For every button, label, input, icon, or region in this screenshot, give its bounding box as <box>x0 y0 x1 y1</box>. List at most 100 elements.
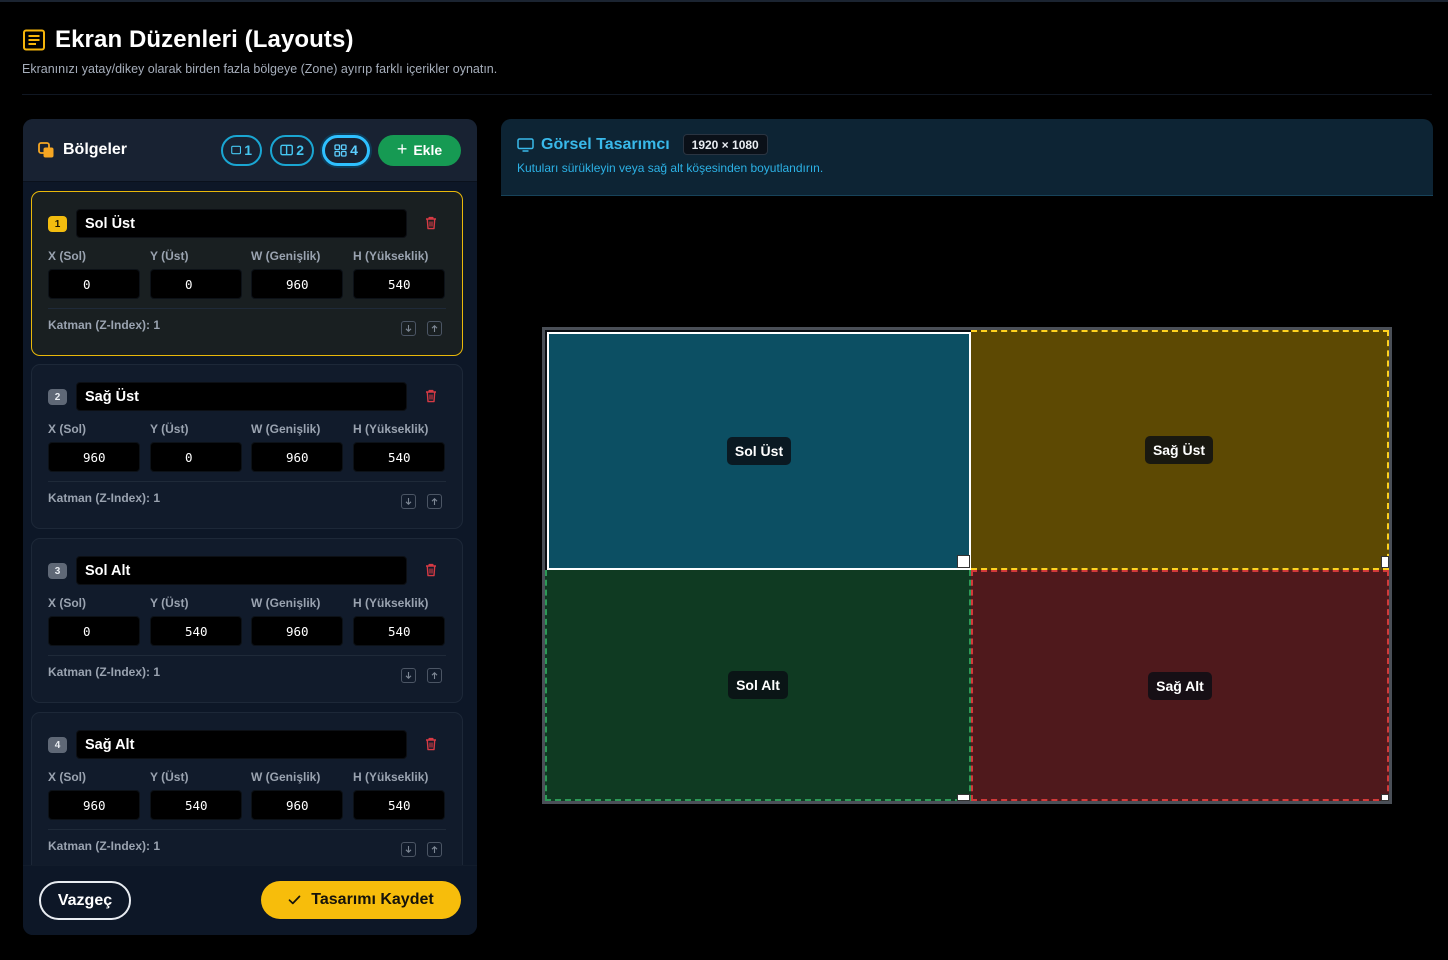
h-input[interactable]: 540 <box>353 269 445 299</box>
zone-card[interactable]: 4 Sağ Alt X (Sol) Y (Üst) W (Genişlik) H… <box>31 712 463 865</box>
layer-down-button[interactable] <box>401 842 416 857</box>
y-label: Y (Üst) <box>150 249 189 263</box>
layer-up-button[interactable] <box>427 321 442 336</box>
y-label: Y (Üst) <box>150 596 189 610</box>
arrow-down-icon <box>405 672 412 679</box>
zone-name-input[interactable]: Sol Üst <box>76 209 407 238</box>
y-label: Y (Üst) <box>150 422 189 436</box>
h-label: H (Yükseklik) <box>353 422 429 436</box>
w-input[interactable]: 960 <box>251 790 343 820</box>
zones-list[interactable]: 1 Sol Üst X (Sol) Y (Üst) W (Genişlik) H… <box>23 183 477 865</box>
zone-card[interactable]: 3 Sol Alt X (Sol) Y (Üst) W (Genişlik) H… <box>31 538 463 703</box>
zone-name-input[interactable]: Sağ Üst <box>76 382 407 411</box>
designer-hint: Kutuları sürükleyin veya sağ alt köşesin… <box>517 161 824 175</box>
cancel-button[interactable]: Vazgeç <box>39 881 131 920</box>
arrow-up-icon <box>431 498 438 505</box>
trash-icon[interactable] <box>423 388 439 404</box>
zone-card[interactable]: 1 Sol Üst X (Sol) Y (Üst) W (Genişlik) H… <box>31 191 463 356</box>
y-input[interactable]: 0 <box>150 442 242 472</box>
check-icon <box>288 895 301 905</box>
zone-index-badge: 1 <box>48 216 67 232</box>
canvas-zone-sol-alt[interactable]: Sol Alt <box>545 570 971 801</box>
arrow-down-icon <box>405 846 412 853</box>
y-input[interactable]: 540 <box>150 616 242 646</box>
h-label: H (Yükseklik) <box>353 770 429 784</box>
w-input[interactable]: 960 <box>251 442 343 472</box>
trash-icon[interactable] <box>423 215 439 231</box>
single-zone-icon <box>231 145 242 155</box>
canvas-zone-label: Sol Üst <box>726 437 792 465</box>
design-canvas[interactable]: Sol Üst Sağ Üst Sol Alt Sağ Alt <box>542 327 1392 804</box>
canvas-zone-label: Sağ Üst <box>1144 436 1214 464</box>
trash-icon[interactable] <box>423 736 439 752</box>
card-divider <box>48 308 446 309</box>
save-design-button[interactable]: Tasarımı Kaydet <box>261 881 461 919</box>
monitor-icon <box>517 137 534 152</box>
y-label: Y (Üst) <box>150 770 189 784</box>
canvas-zone-sag-ust[interactable]: Sağ Üst <box>971 330 1389 570</box>
w-input[interactable]: 960 <box>251 269 343 299</box>
w-input[interactable]: 960 <box>251 616 343 646</box>
zones-panel-footer: Vazgeç Tasarımı Kaydet <box>23 865 477 935</box>
preset-single-zone-label: 1 <box>244 142 252 158</box>
zindex-label: Katman (Z-Index): 1 <box>48 491 161 505</box>
page-title: Ekran Düzenleri (Layouts) <box>55 26 354 53</box>
trash-icon[interactable] <box>423 562 439 578</box>
x-label: X (Sol) <box>48 596 86 610</box>
zones-panel: Bölgeler 1 2 4 + Ekle 1 Sol Üst X (Sol) … <box>23 119 477 935</box>
card-divider <box>48 829 446 830</box>
y-input[interactable]: 0 <box>150 269 242 299</box>
resize-handle[interactable] <box>1381 794 1389 801</box>
preset-split-zone-label: 2 <box>296 142 304 158</box>
zone-card[interactable]: 2 Sağ Üst X (Sol) Y (Üst) W (Genişlik) H… <box>31 364 463 529</box>
preset-grid-zone-label: 4 <box>350 142 358 158</box>
h-input[interactable]: 540 <box>353 616 445 646</box>
card-divider <box>48 655 446 656</box>
zindex-label: Katman (Z-Index): 1 <box>48 839 161 853</box>
x-input[interactable]: 0 <box>48 616 140 646</box>
header-divider <box>22 94 1432 95</box>
x-label: X (Sol) <box>48 422 86 436</box>
h-input[interactable]: 540 <box>353 790 445 820</box>
layer-up-button[interactable] <box>427 842 442 857</box>
layer-down-button[interactable] <box>401 668 416 683</box>
arrow-up-icon <box>431 325 438 332</box>
resolution-badge: 1920 × 1080 <box>682 134 768 155</box>
x-input[interactable]: 0 <box>48 269 140 299</box>
resize-handle[interactable] <box>1381 556 1389 568</box>
zone-index-badge: 3 <box>48 563 67 579</box>
add-zone-button[interactable]: + Ekle <box>378 134 461 166</box>
w-label: W (Genişlik) <box>251 770 321 784</box>
arrow-up-icon <box>431 846 438 853</box>
canvas-zone-sag-alt[interactable]: Sağ Alt <box>971 570 1389 801</box>
designer-header: Görsel Tasarımcı 1920 × 1080 Kutuları sü… <box>501 119 1433 196</box>
layer-up-button[interactable] <box>427 668 442 683</box>
split-zone-icon <box>280 144 293 156</box>
page-header: Ekran Düzenleri (Layouts) Ekranınızı yat… <box>22 26 497 76</box>
preset-single-zone-button[interactable]: 1 <box>221 134 262 166</box>
h-label: H (Yükseklik) <box>353 249 429 263</box>
zone-name-input[interactable]: Sağ Alt <box>76 730 407 759</box>
layer-down-button[interactable] <box>401 494 416 509</box>
preset-split-zone-button[interactable]: 2 <box>270 134 314 166</box>
x-label: X (Sol) <box>48 770 86 784</box>
x-input[interactable]: 960 <box>48 790 140 820</box>
zindex-label: Katman (Z-Index): 1 <box>48 318 161 332</box>
zone-name-input[interactable]: Sol Alt <box>76 556 407 585</box>
resize-handle[interactable] <box>957 555 970 568</box>
preset-grid-zone-button[interactable]: 4 <box>322 134 370 166</box>
canvas-zone-label: Sağ Alt <box>1148 671 1212 700</box>
canvas-zone-sol-ust[interactable]: Sol Üst <box>547 332 971 570</box>
x-input[interactable]: 960 <box>48 442 140 472</box>
zones-panel-header: Bölgeler 1 2 4 + Ekle <box>23 119 477 182</box>
plus-icon: + <box>396 139 408 159</box>
resize-handle[interactable] <box>957 794 970 801</box>
designer-title: Görsel Tasarımcı <box>541 135 670 153</box>
layer-up-button[interactable] <box>427 494 442 509</box>
w-label: W (Genişlik) <box>251 596 321 610</box>
window-top-border <box>0 0 1448 2</box>
h-input[interactable]: 540 <box>353 442 445 472</box>
y-input[interactable]: 540 <box>150 790 242 820</box>
layer-down-button[interactable] <box>401 321 416 336</box>
save-design-label: Tasarımı Kaydet <box>311 891 434 908</box>
